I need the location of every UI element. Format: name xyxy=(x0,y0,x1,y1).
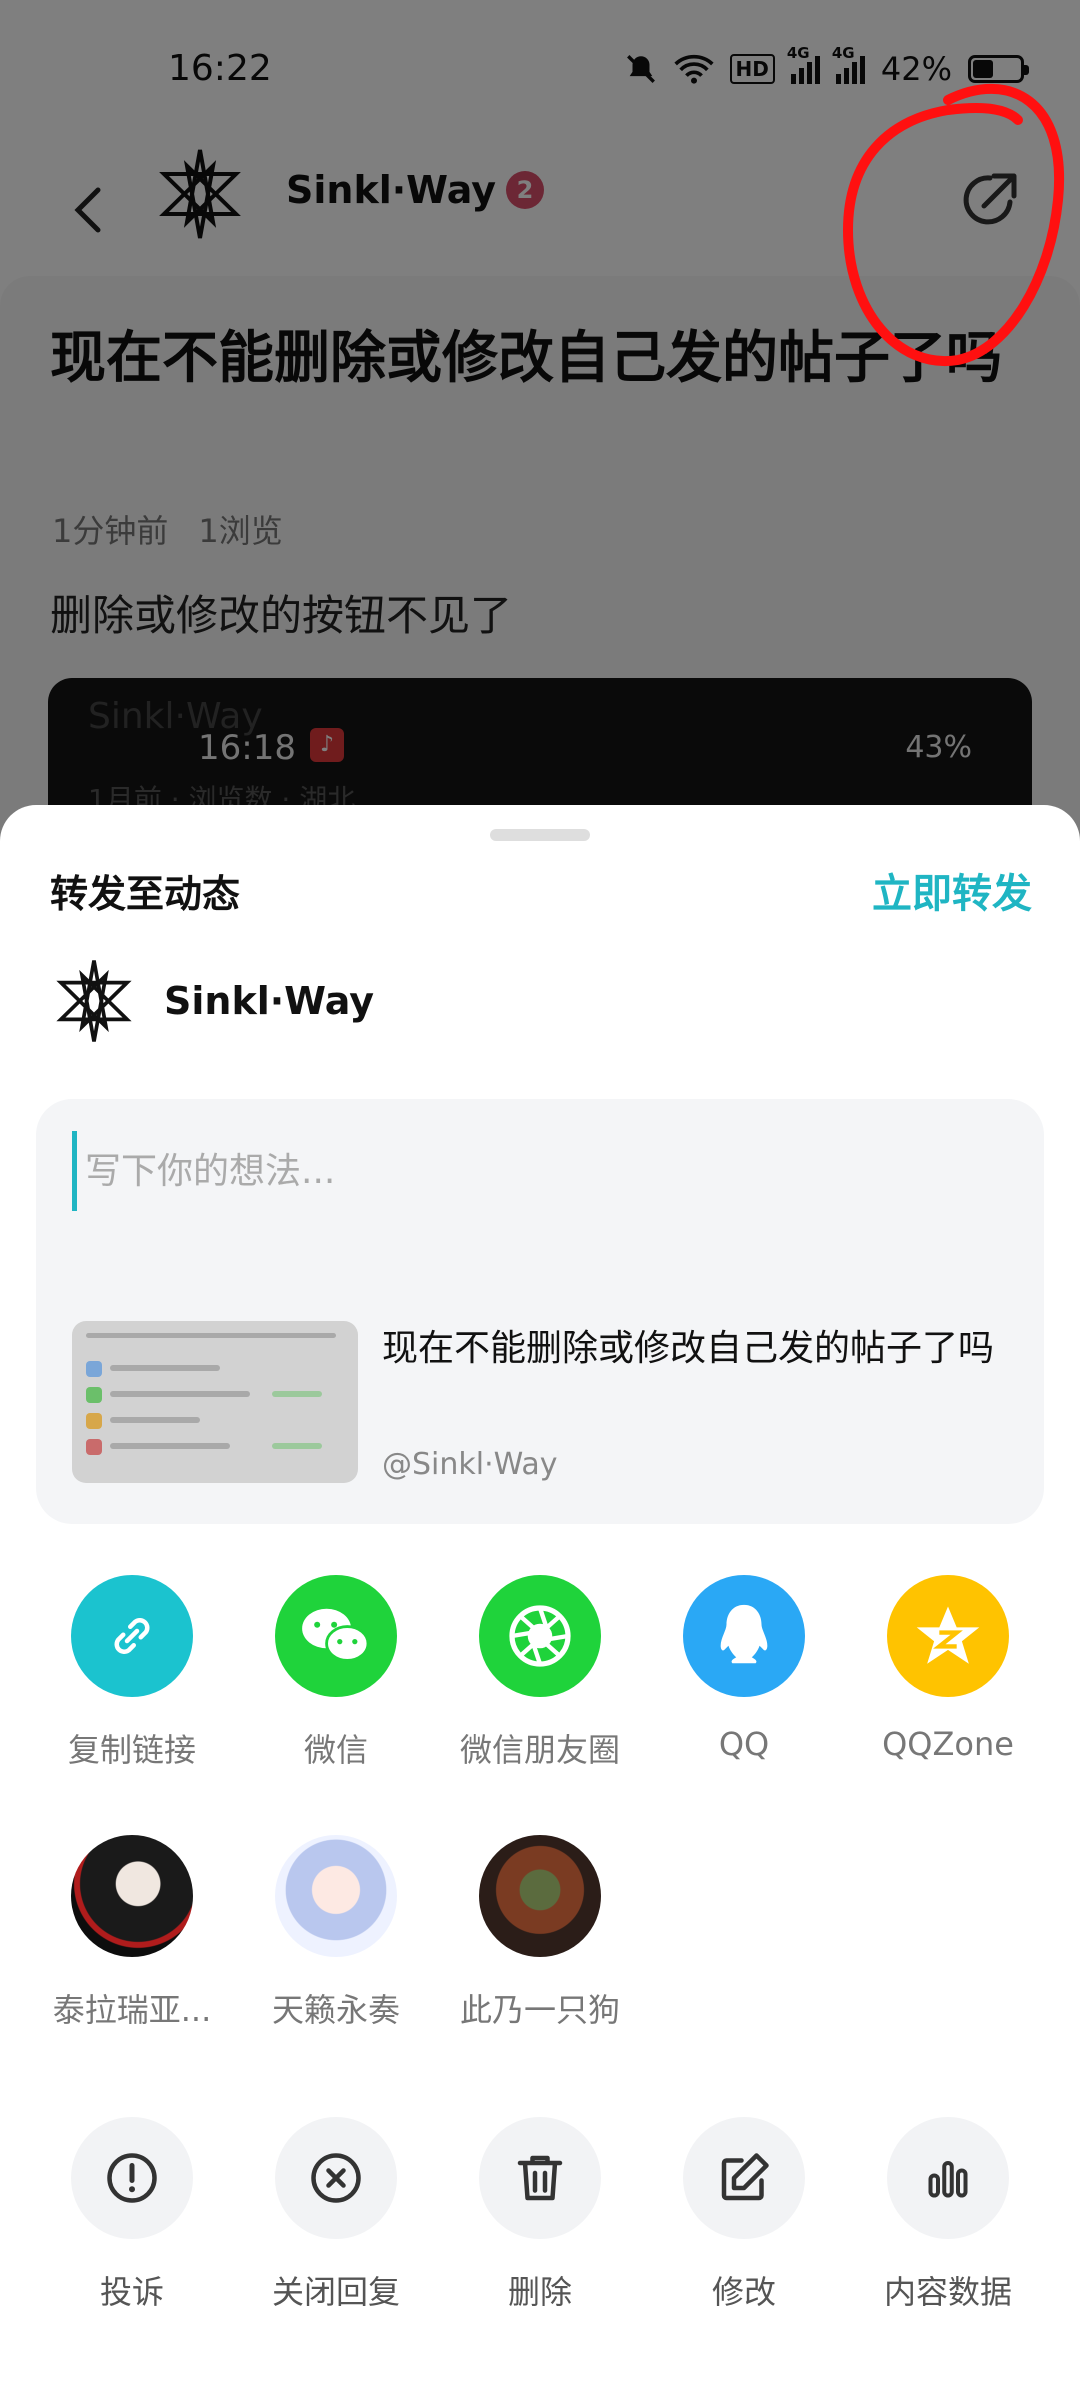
share-label: QQ xyxy=(718,1725,770,1763)
qq-icon xyxy=(683,1575,805,1697)
content-data-button[interactable]: 内容数据 xyxy=(848,2117,1048,2313)
action-label: 修改 xyxy=(711,2273,776,2311)
share-targets-row: 复制链接 微信 微信朋友圈 QQ QQZone xyxy=(0,1575,1080,1795)
action-label: 内容数据 xyxy=(883,2273,1012,2311)
user-avatar xyxy=(56,960,132,1042)
compose-box: 现在不能删除或修改自己发的帖子了吗 @Sinkl·Way xyxy=(36,1099,1044,1524)
friend-name: 此乃一只狗 xyxy=(459,1991,620,2029)
wechat-icon xyxy=(275,1575,397,1697)
action-label: 关闭回复 xyxy=(271,2273,400,2311)
share-copy-link[interactable]: 复制链接 xyxy=(32,1575,232,1771)
link-icon xyxy=(71,1575,193,1697)
edit-icon xyxy=(683,2117,805,2239)
quoted-post-title: 现在不能删除或修改自己发的帖子了吗 xyxy=(382,1328,995,1369)
actions-row: 投诉 关闭回复 删除 修改 内容数据 xyxy=(0,2117,1080,2337)
share-qq[interactable]: QQ xyxy=(644,1575,844,1763)
share-label: 微信 xyxy=(303,1731,368,1769)
qzone-icon xyxy=(887,1575,1009,1697)
friend-avatar xyxy=(479,1835,601,1957)
friend-avatar xyxy=(275,1835,397,1957)
close-reply-button[interactable]: 关闭回复 xyxy=(236,2117,436,2313)
friend-item[interactable]: 此乃一只狗 xyxy=(440,1835,640,2031)
alert-icon xyxy=(71,2117,193,2239)
delete-button[interactable]: 删除 xyxy=(440,2117,640,2313)
share-label: 复制链接 xyxy=(67,1731,196,1769)
share-label: 微信朋友圈 xyxy=(459,1731,620,1769)
thoughts-input[interactable] xyxy=(72,1131,1012,1211)
share-label: QQZone xyxy=(882,1725,1014,1763)
share-moments[interactable]: 微信朋友圈 xyxy=(440,1575,640,1771)
drag-handle[interactable] xyxy=(490,829,590,841)
report-button[interactable]: 投诉 xyxy=(32,2117,232,2313)
friend-avatar xyxy=(71,1835,193,1957)
bar-chart-icon xyxy=(887,2117,1009,2239)
quoted-post-thumbnail xyxy=(72,1321,358,1483)
action-label: 投诉 xyxy=(99,2273,164,2311)
repost-now-button[interactable]: 立即转发 xyxy=(872,861,1032,919)
moments-icon xyxy=(479,1575,601,1697)
friend-item[interactable]: 天籁永奏 xyxy=(236,1835,436,2031)
action-label: 删除 xyxy=(507,2273,572,2311)
share-sheet: 转发至动态 立即转发 Sinkl·Way 现在不能删除或修改自己发的帖子了吗 @… xyxy=(0,805,1080,2400)
user-name: Sinkl·Way xyxy=(164,979,374,1023)
sheet-title: 转发至动态 xyxy=(50,872,241,916)
red-circle-annotation xyxy=(842,83,1065,367)
current-user: Sinkl·Way xyxy=(48,955,374,1047)
friend-name: 天籁永奏 xyxy=(271,1991,400,2029)
edit-button[interactable]: 修改 xyxy=(644,2117,844,2313)
friend-item[interactable]: 泰拉瑞亚... xyxy=(32,1835,232,2031)
close-reply-icon xyxy=(275,2117,397,2239)
trash-icon xyxy=(479,2117,601,2239)
friends-row: 泰拉瑞亚... 天籁永奏 此乃一只狗 xyxy=(0,1835,1080,2055)
quoted-post-author: @Sinkl·Way xyxy=(382,1447,558,1482)
share-qzone[interactable]: QQZone xyxy=(848,1575,1048,1763)
friend-name: 泰拉瑞亚... xyxy=(52,1991,212,2029)
share-wechat[interactable]: 微信 xyxy=(236,1575,436,1771)
